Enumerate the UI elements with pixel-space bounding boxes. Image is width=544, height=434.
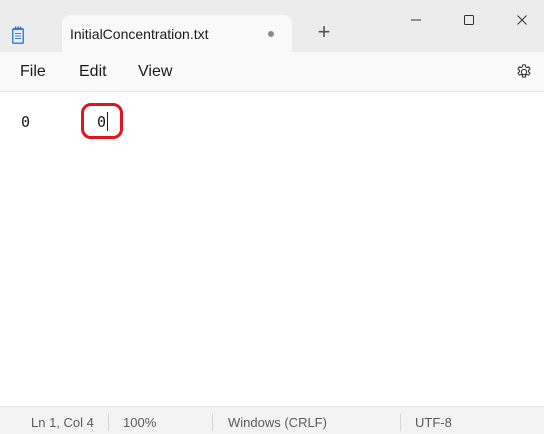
divider [108, 413, 109, 431]
menu-file[interactable]: File [20, 63, 46, 81]
text-value-1: 0 [21, 113, 31, 131]
divider [212, 413, 213, 431]
menu-edit[interactable]: Edit [79, 63, 107, 81]
close-button[interactable] [497, 0, 544, 40]
maximize-icon [464, 15, 474, 25]
new-tab-button[interactable]: + [310, 18, 338, 46]
menu-view[interactable]: View [138, 63, 172, 81]
tab-title: InitialConcentration.txt [70, 26, 209, 42]
title-bar: InitialConcentration.txt + [0, 0, 544, 52]
close-icon [517, 15, 527, 25]
zoom-level[interactable]: 100% [123, 415, 156, 430]
unsaved-indicator-dot[interactable] [268, 31, 274, 37]
gear-icon[interactable] [515, 63, 533, 81]
notepad-icon [12, 26, 24, 44]
divider [400, 413, 401, 431]
cursor-position[interactable]: Ln 1, Col 4 [31, 415, 94, 430]
highlight-annotation [81, 103, 123, 139]
text-editor[interactable]: 0 0 [0, 92, 544, 398]
minimize-icon [411, 19, 421, 21]
line-ending[interactable]: Windows (CRLF) [228, 415, 327, 430]
menu-bar: File Edit View [0, 52, 544, 92]
status-bar: Ln 1, Col 4 100% Windows (CRLF) UTF-8 [0, 406, 544, 434]
tab-initialconcentration[interactable]: InitialConcentration.txt [62, 15, 292, 52]
encoding[interactable]: UTF-8 [415, 415, 452, 430]
maximize-button[interactable] [444, 0, 494, 40]
minimize-button[interactable] [391, 0, 441, 40]
